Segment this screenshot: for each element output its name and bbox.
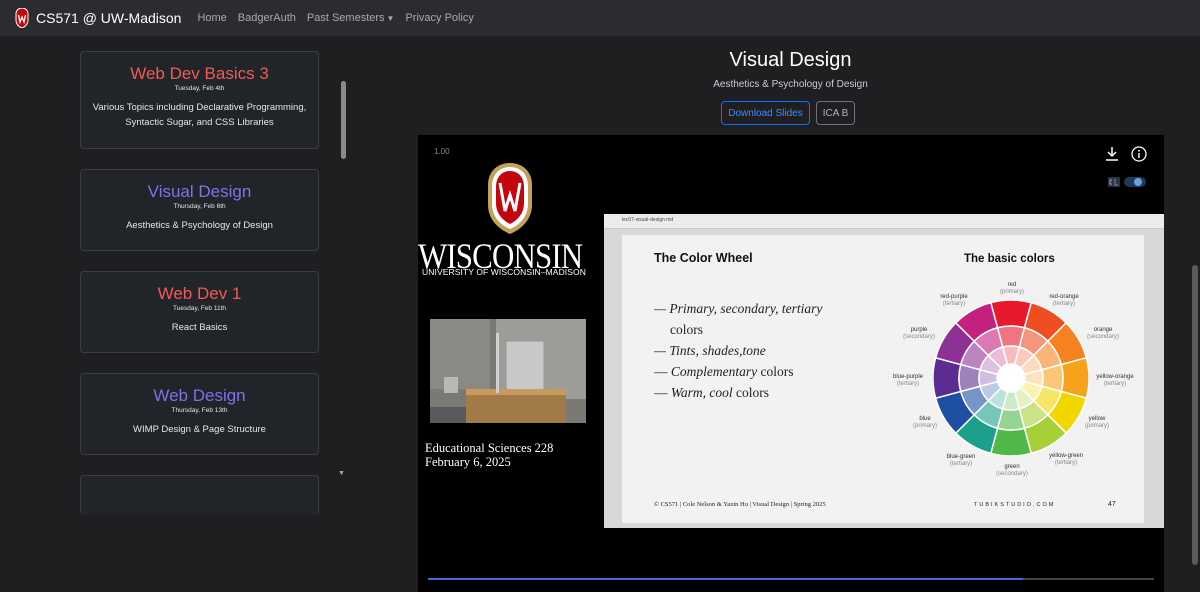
wheel-label-blue-green: blue-green (tertiary) <box>946 454 976 467</box>
sidebar-scrollbar-thumb[interactable] <box>341 81 346 159</box>
wheel-label-orange: orange (secondary) <box>1087 327 1119 340</box>
lecture-location: Educational Sciences 228 <box>425 441 554 455</box>
page-scrollbar-thumb[interactable] <box>1192 265 1198 565</box>
lecture-sidebar: Web Dev Basics 3 Tuesday, Feb 4th Variou… <box>0 36 350 592</box>
lecture-video-player[interactable]: 1.00 WISCONSIN UNIVERSITY OF WISCONSIN–M… <box>418 135 1164 592</box>
lecture-card-title: Web Dev Basics 3 <box>130 64 269 83</box>
slide-source: TUBIKSTUDIO.COM <box>974 502 1056 508</box>
lecture-card-desc: Aesthetics & Psychology of Design <box>126 220 273 231</box>
chevron-down-icon: ▼ <box>386 14 395 23</box>
bullet-1: — Primary, secondary, tertiary <box>654 301 823 316</box>
scroll-down-arrow-icon[interactable]: ▼ <box>338 470 345 477</box>
slide-bullets: — Primary, secondary, tertiary colors — … <box>654 301 823 400</box>
wheel-label-green: green (secondary) <box>996 464 1028 477</box>
classroom-scene-image <box>430 319 586 423</box>
classroom-camera-feed <box>430 319 586 423</box>
nav-home[interactable]: Home <box>197 12 226 24</box>
nav-badgerauth[interactable]: BadgerAuth <box>238 12 296 24</box>
lecture-card-desc: React Basics <box>171 322 228 333</box>
navbar: CS571 @ UW-Madison Home BadgerAuth Past … <box>0 0 1200 36</box>
wheel-label-red-purple: red-purple (tertiary) <box>940 294 968 307</box>
bullet-3-em: Complementary <box>670 364 758 379</box>
nav-past-semesters-label: Past Semesters <box>306 12 385 24</box>
color-wheel-title: The basic colors <box>964 253 1055 265</box>
bullet-1-cont: colors <box>670 322 703 337</box>
slide-title: The Color Wheel <box>654 251 753 265</box>
uw-crest-icon <box>15 8 29 28</box>
color-wheel-graphic <box>933 300 1089 456</box>
uw-crest-logo <box>488 163 532 234</box>
wheel-center <box>998 365 1024 391</box>
lecture-card-title: Web Design <box>153 386 246 405</box>
wheel-label-yellow-green: yellow-green (tertiary) <box>1048 453 1084 466</box>
download-icon[interactable] <box>1104 146 1120 162</box>
wheel-label-red-orange: red-orange (tertiary) <box>1049 294 1079 307</box>
bullet-3-rest: colors <box>757 364 794 379</box>
ica-button[interactable]: ICA B <box>816 101 855 125</box>
lecture-card-date: Thursday, Feb 13th <box>171 407 228 414</box>
bullet-2: — Tints, shades,tone <box>654 343 766 358</box>
lecture-card-partial[interactable] <box>80 475 319 515</box>
lecture-card-date: Thursday, Feb 6th <box>173 203 226 210</box>
wheel-label-yellow-orange: yellow-orange (tertiary) <box>1096 374 1134 387</box>
slide-window-titlebar: lec07-visual-design.md <box>604 214 1164 229</box>
lecture-card-title: Visual Design <box>147 182 252 201</box>
wheel-label-red: red (primary) <box>1000 282 1024 295</box>
university-name: UNIVERSITY OF WISCONSIN–MADISON <box>422 267 586 277</box>
wheel-label-blue-purple: blue-purple (tertiary) <box>892 374 924 387</box>
caption-mode-icon <box>1108 177 1120 187</box>
brand[interactable]: CS571 @ UW-Madison <box>14 8 197 28</box>
video-progress-fill <box>428 578 1023 580</box>
lecture-card-web-dev-1[interactable]: Web Dev 1 Tuesday, Feb 11th React Basics <box>80 271 319 353</box>
download-slides-button[interactable]: Download Slides <box>721 101 810 125</box>
slide-filename: lec07-visual-design.md <box>622 217 674 223</box>
wheel-label-purple: purple (secondary) <box>903 327 935 340</box>
wheel-label-yellow: yellow (primary) <box>1085 416 1109 429</box>
lecture-card-title: Web Dev 1 <box>157 284 242 303</box>
slide-page-number: 47 <box>1108 501 1116 508</box>
playback-speed: 1.00 <box>434 147 450 156</box>
lecture-date: February 6, 2025 <box>425 455 511 469</box>
lecture-card-desc: WIMP Design & Page Structure <box>133 424 266 435</box>
lecture-card-web-dev-basics-3[interactable]: Web Dev Basics 3 Tuesday, Feb 4th Variou… <box>80 51 319 149</box>
lecture-card-date: Tuesday, Feb 4th <box>174 85 225 92</box>
wheel-label-blue: blue (primary) <box>913 416 937 429</box>
slide-footer: © CS571 | Cole Nelson & Yaxin Hu | Visua… <box>654 501 826 508</box>
bullet-4-rest: colors <box>732 385 770 400</box>
lecture-card-date: Tuesday, Feb 11th <box>173 305 226 312</box>
lecture-card-web-design[interactable]: Web Design Thursday, Feb 13th WIMP Desig… <box>80 373 319 455</box>
nav-past-semesters[interactable]: Past Semesters ▼ <box>307 12 395 24</box>
lecture-card-visual-design[interactable]: Visual Design Thursday, Feb 6th Aestheti… <box>80 169 319 251</box>
slide-window: lec07-visual-design.md The Color Wheel —… <box>604 214 1164 528</box>
bullet-4-em: Warm, cool <box>670 385 733 400</box>
lecture-card-desc: Various Topics including Declarative Pro… <box>92 102 307 128</box>
slide: The Color Wheel — Primary, secondary, te… <box>622 235 1144 523</box>
toggle-knob <box>1134 178 1142 186</box>
nav-privacy-policy[interactable]: Privacy Policy <box>405 12 473 24</box>
page-title: Visual Design <box>729 49 852 71</box>
brand-title: CS571 @ UW-Madison <box>36 10 182 26</box>
info-icon[interactable] <box>1131 146 1147 162</box>
page-subtitle: Aesthetics & Psychology of Design <box>713 79 868 90</box>
